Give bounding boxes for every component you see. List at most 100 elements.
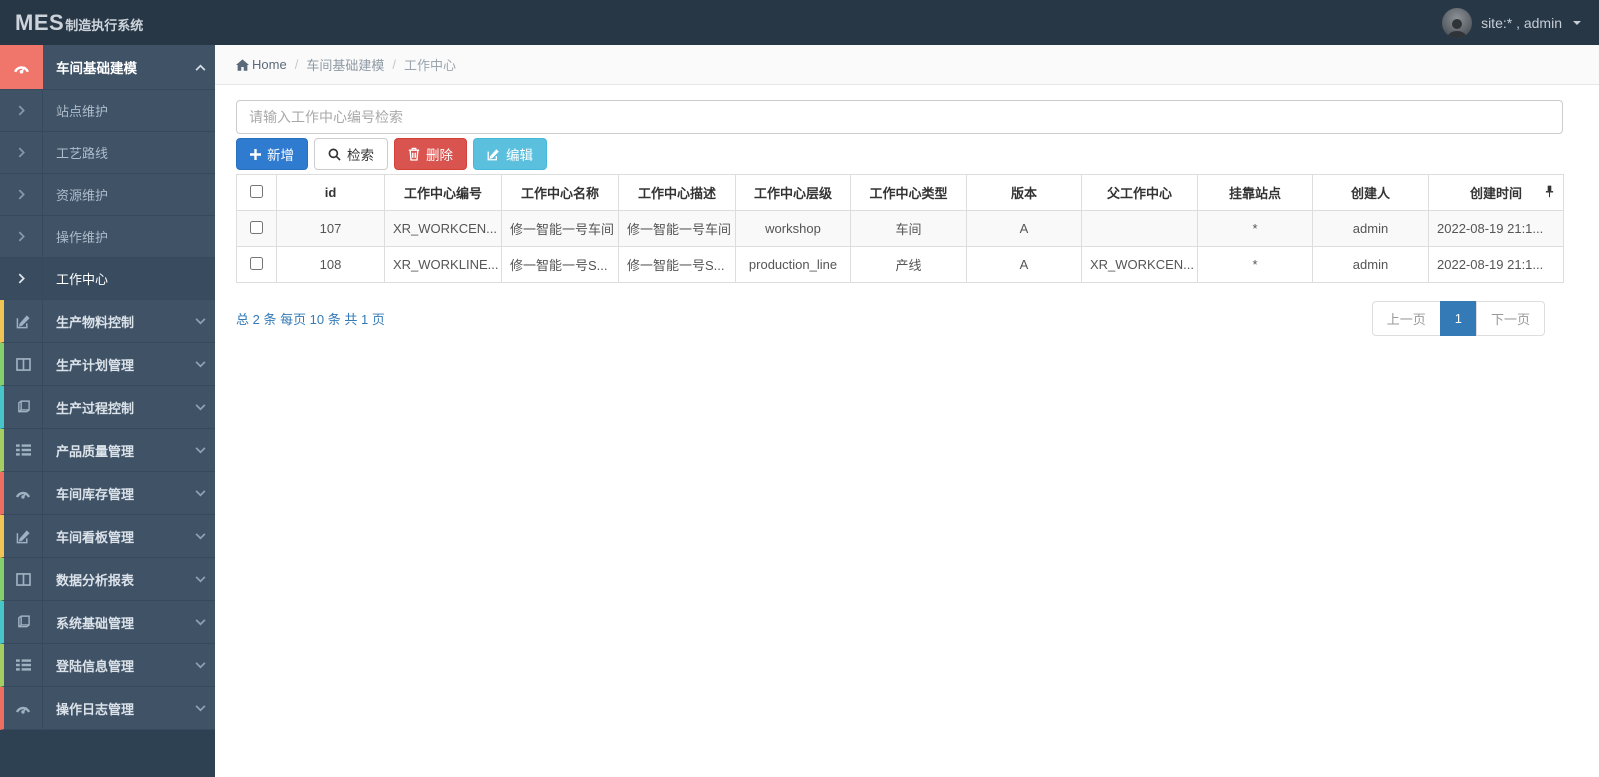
sidebar: 车间基础建模 站点维护 工艺路线 资源维护 操作维护 工作中心 生产物料控制 生… — [0, 45, 215, 777]
column-header-description[interactable]: 工作中心描述 — [618, 174, 736, 211]
chevron-right-icon — [0, 90, 43, 131]
table-header-row: id 工作中心编号 工作中心名称 工作中心描述 工作中心层级 工作中心类型 版本… — [236, 174, 1564, 211]
sidebar-group-label: 登陆信息管理 — [56, 658, 135, 674]
chevron-down-icon — [185, 644, 215, 686]
sidebar-group-workshop-kanban[interactable]: 车间看板管理 — [0, 515, 215, 558]
row-checkbox[interactable] — [250, 220, 263, 234]
th-list-icon — [4, 429, 43, 471]
delete-button[interactable]: 删除 — [394, 138, 467, 170]
sidebar-item-label: 资源维护 — [56, 188, 109, 203]
pin-icon[interactable] — [1545, 185, 1554, 201]
sidebar-item-process-route[interactable]: 工艺路线 — [0, 132, 215, 174]
user-menu[interactable]: site:* , admin — [1442, 7, 1581, 38]
sidebar-group-production-material[interactable]: 生产物料控制 — [0, 300, 215, 343]
cell-type: 产线 — [850, 246, 967, 283]
chevron-up-icon — [185, 45, 215, 89]
sidebar-item-site-maintenance[interactable]: 站点维护 — [0, 90, 215, 132]
breadcrumb-section-link[interactable]: 车间基础建模 — [306, 55, 384, 74]
chevron-right-icon — [0, 132, 43, 173]
table-row: 107 XR_WORKCEN... 修一智能一号车间 修一智能一号车间 work… — [236, 210, 1564, 247]
breadcrumb-home-link[interactable]: Home — [236, 57, 287, 72]
pencil-square-icon — [4, 515, 43, 557]
sidebar-group-label: 生产物料控制 — [56, 314, 135, 330]
column-header-creator[interactable]: 创建人 — [1312, 174, 1429, 211]
sidebar-group-label: 生产过程控制 — [56, 400, 135, 416]
cell-parent: XR_WORKCEN... — [1081, 246, 1198, 283]
trash-icon — [408, 147, 420, 161]
sidebar-item-operation-maintenance[interactable]: 操作维护 — [0, 216, 215, 258]
cell-name: 修一智能一号车间 — [501, 210, 619, 247]
search-button[interactable]: 检索 — [314, 138, 388, 170]
cell-version: A — [966, 210, 1082, 247]
sidebar-group-workshop-inventory[interactable]: 车间库存管理 — [0, 472, 215, 515]
home-icon — [236, 58, 249, 71]
sidebar-group-production-plan[interactable]: 生产计划管理 — [0, 343, 215, 386]
column-header-code[interactable]: 工作中心编号 — [384, 174, 502, 211]
cell-created-time: 2022-08-19 21:1... — [1428, 210, 1564, 247]
person-icon — [1447, 18, 1467, 38]
chevron-down-icon — [185, 515, 215, 557]
chevron-down-icon — [185, 472, 215, 514]
column-header-level[interactable]: 工作中心层级 — [735, 174, 851, 211]
column-header-parent[interactable]: 父工作中心 — [1081, 174, 1198, 211]
chevron-right-icon — [0, 216, 43, 257]
breadcrumb-separator: / — [392, 57, 396, 72]
cell-creator: admin — [1312, 246, 1429, 283]
cell-description: 修一智能一号车间 — [618, 210, 736, 247]
columns-icon — [4, 343, 43, 385]
cell-id: 107 — [276, 210, 385, 247]
column-header-id[interactable]: id — [276, 174, 385, 211]
cell-version: A — [966, 246, 1082, 283]
sidebar-group-product-quality[interactable]: 产品质量管理 — [0, 429, 215, 472]
sidebar-group-system-basic[interactable]: 系统基础管理 — [0, 601, 215, 644]
logo-text-sub: 制造执行系统 — [65, 17, 144, 33]
chevron-down-icon — [185, 300, 215, 342]
sidebar-group-label: 车间基础建模 — [56, 61, 137, 76]
cell-site: * — [1197, 246, 1313, 283]
sidebar-group-label: 产品质量管理 — [56, 443, 135, 459]
column-header-type[interactable]: 工作中心类型 — [850, 174, 967, 211]
chevron-down-icon — [185, 687, 215, 729]
column-header-created-time[interactable]: 创建时间 — [1428, 174, 1564, 211]
book-icon — [4, 386, 43, 428]
pagination-summary: 总 2 条 每页 10 条 共 1 页 — [236, 312, 385, 327]
prev-page-button[interactable]: 上一页 — [1371, 301, 1441, 336]
sidebar-group-operation-log[interactable]: 操作日志管理 — [0, 687, 215, 730]
sidebar-group-production-process[interactable]: 生产过程控制 — [0, 386, 215, 429]
search-input[interactable] — [236, 100, 1563, 134]
sidebar-item-label: 工艺路线 — [56, 146, 109, 161]
user-label: site:* , admin — [1481, 14, 1562, 31]
breadcrumb-current: 工作中心 — [403, 58, 456, 73]
column-header-name[interactable]: 工作中心名称 — [501, 174, 619, 211]
pagination-controls: 上一页 1 下一页 — [1371, 301, 1545, 336]
breadcrumb-separator: / — [294, 57, 299, 72]
column-header-version[interactable]: 版本 — [966, 174, 1082, 211]
main-content: Home / 车间基础建模 / 工作中心 新增 检索 删除 编辑 — [215, 45, 1599, 777]
breadcrumb: Home / 车间基础建模 / 工作中心 — [215, 45, 1599, 85]
cell-level: workshop — [735, 210, 851, 247]
next-page-button[interactable]: 下一页 — [1475, 301, 1545, 336]
cell-code: XR_WORKCEN... — [384, 210, 502, 247]
sidebar-item-resource-maintenance[interactable]: 资源维护 — [0, 174, 215, 216]
add-button[interactable]: 新增 — [236, 138, 308, 170]
sidebar-item-work-center[interactable]: 工作中心 — [0, 258, 215, 300]
sidebar-group-label: 生产计划管理 — [56, 357, 135, 373]
logo-text-main: MES — [15, 9, 65, 35]
sidebar-group-workshop-modeling[interactable]: 车间基础建模 — [0, 45, 215, 90]
cell-name: 修一智能一号S... — [501, 246, 619, 283]
select-all-checkbox[interactable] — [250, 184, 263, 198]
cell-level: production_line — [735, 246, 851, 283]
edit-button[interactable]: 编辑 — [473, 138, 547, 170]
sidebar-group-login-info[interactable]: 登陆信息管理 — [0, 644, 215, 687]
tachometer-icon — [0, 45, 43, 89]
pagination-bar: 总 2 条 每页 10 条 共 1 页 上一页 1 下一页 — [236, 301, 1563, 336]
cell-code: XR_WORKLINE... — [384, 246, 502, 283]
book-icon — [4, 601, 43, 643]
sidebar-group-data-analysis[interactable]: 数据分析报表 — [0, 558, 215, 601]
select-all-header — [236, 174, 277, 211]
sidebar-group-label: 系统基础管理 — [56, 615, 135, 631]
page-1-button[interactable]: 1 — [1439, 301, 1477, 336]
column-header-site[interactable]: 挂靠站点 — [1197, 174, 1313, 211]
row-checkbox[interactable] — [250, 256, 263, 270]
edit-icon — [487, 148, 499, 160]
